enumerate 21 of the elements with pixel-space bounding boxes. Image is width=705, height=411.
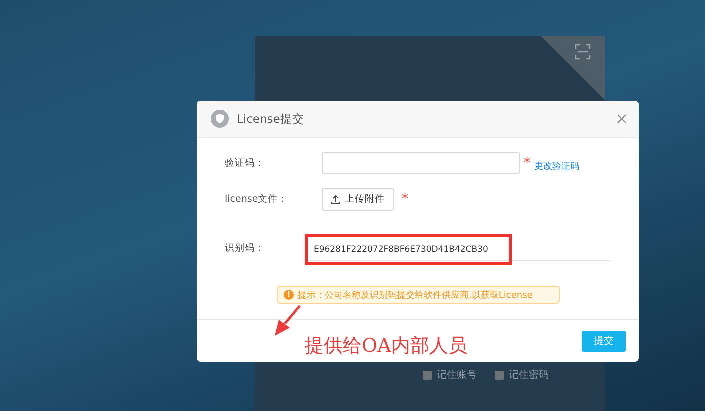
upload-button[interactable]: 上传附件	[322, 188, 394, 211]
required-mark: *	[402, 192, 408, 207]
field-label: license文件：	[225, 193, 290, 206]
submit-button[interactable]: 提交	[582, 330, 626, 352]
close-icon[interactable]	[617, 114, 627, 124]
annotation-text: 提供给OA内部人员	[305, 334, 468, 359]
scan-icon[interactable]	[575, 44, 591, 60]
required-mark: *	[524, 156, 530, 170]
shield-icon	[211, 110, 229, 128]
upload-icon	[331, 194, 341, 204]
field-label: 验证码：	[225, 156, 266, 170]
dialog-title: License提交	[237, 112, 306, 126]
alert-text: 提示：公司名称及识别码提交给软件供应商,以获取License	[298, 290, 533, 302]
annotation-arrow	[272, 305, 302, 337]
change-captcha-link[interactable]: 更改验证码	[534, 160, 580, 172]
warning-icon: !	[284, 290, 294, 300]
field-label: 识别码：	[225, 242, 266, 254]
id-code-field[interactable]: E96281F222072F8BF6E730D41B42CB30	[314, 244, 488, 254]
remember-checkbox[interactable]: 记住账号	[423, 368, 477, 382]
remember-checkbox[interactable]: 记住密码	[495, 368, 549, 382]
captcha-input[interactable]	[322, 152, 520, 174]
